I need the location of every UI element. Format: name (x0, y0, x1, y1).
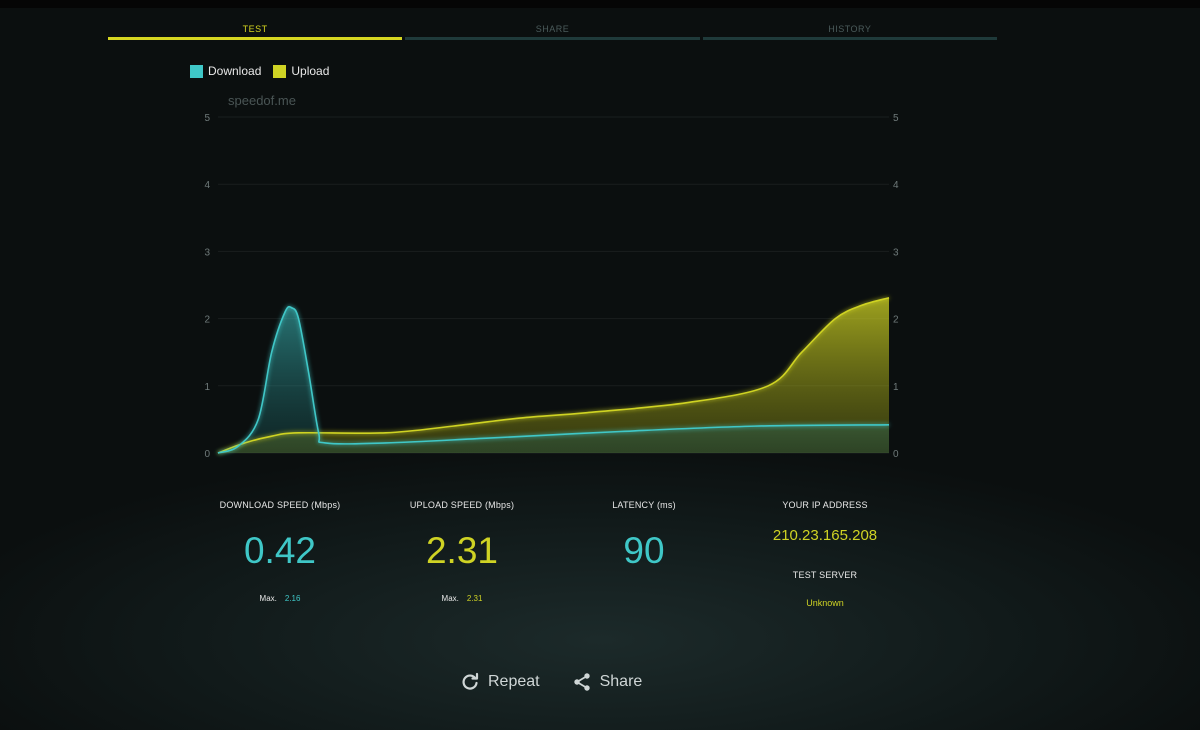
upload-value: 2.31 (425, 530, 498, 571)
action-bar: Repeat Share (460, 672, 674, 692)
y-tick-left: 2 (204, 315, 210, 326)
server-label: TEST SERVER (792, 570, 858, 580)
download-max-label: Max. (259, 594, 277, 603)
y-tick-left: 3 (204, 247, 210, 258)
y-tick-right: 0 (893, 449, 899, 460)
refresh-icon (462, 672, 479, 690)
y-tick-left: 5 (204, 113, 210, 124)
upload-stat: UPLOAD SPEED (Mbps) 2.31 Max. 2.31 (382, 500, 542, 603)
latency-label: LATENCY (ms) (612, 500, 676, 510)
repeat-button[interactable]: Repeat (460, 672, 540, 692)
download-label: DOWNLOAD SPEED (Mbps) (219, 500, 341, 510)
download-value: 0.42 (243, 530, 316, 571)
upload-label: UPLOAD SPEED (Mbps) (409, 500, 515, 510)
y-tick-right: 3 (893, 247, 899, 258)
y-tick-right: 1 (893, 382, 899, 393)
latency-stat: LATENCY (ms) 90 (564, 500, 724, 572)
y-tick-right: 4 (893, 180, 899, 191)
download-max-value: 2.16 (284, 594, 301, 603)
y-tick-right: 5 (893, 113, 899, 124)
ip-stat: YOUR IP ADDRESS 210.23.165.208 TEST SERV… (745, 500, 905, 608)
download-max: Max. 2.16 (200, 594, 360, 603)
upload-max-value: 2.31 (466, 594, 483, 603)
y-tick-left: 1 (204, 382, 210, 393)
download-stat: DOWNLOAD SPEED (Mbps) 0.42 Max. 2.16 (200, 500, 360, 603)
share-label: Share (599, 673, 643, 690)
y-tick-right: 2 (893, 315, 899, 326)
y-tick-left: 4 (204, 180, 210, 191)
speed-chart: 0 1 2 3 4 5 0 1 2 3 4 5 (204, 113, 899, 460)
server-value: Unknown (806, 598, 844, 608)
ip-label: YOUR IP ADDRESS (782, 500, 868, 510)
y-tick-left: 0 (204, 449, 210, 460)
repeat-label: Repeat (488, 673, 540, 690)
share-button[interactable]: Share (572, 672, 643, 692)
upload-max-label: Max. (441, 594, 459, 603)
latency-value: 90 (623, 530, 665, 571)
ip-value: 210.23.165.208 (772, 527, 878, 544)
upload-max: Max. 2.31 (382, 594, 542, 603)
share-icon (573, 673, 590, 691)
